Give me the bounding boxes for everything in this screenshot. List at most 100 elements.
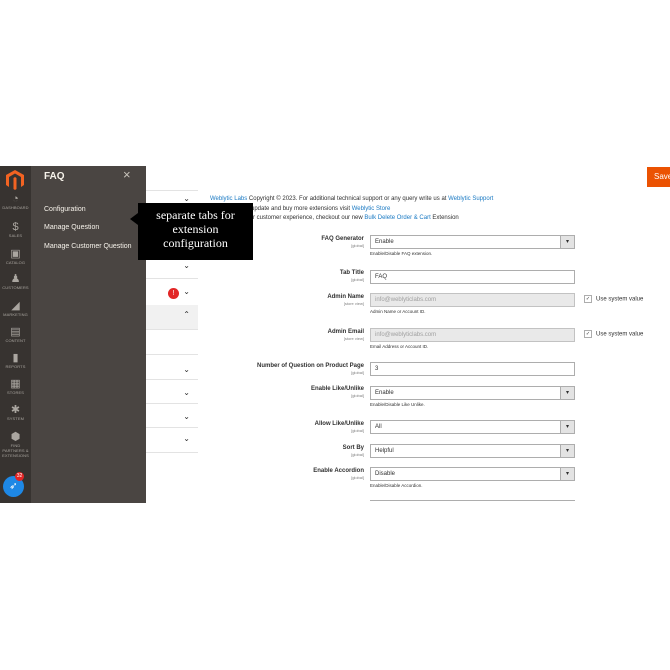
chevron-down-icon[interactable]: ⌄ bbox=[183, 434, 190, 443]
admin-name-use-system[interactable]: ✓ Use system value bbox=[584, 295, 643, 303]
tab-divider bbox=[146, 452, 198, 453]
nav-item-label: CUSTOMERS bbox=[2, 285, 29, 290]
like-unlike-label: Enable Like/Unlike [global] bbox=[310, 386, 364, 398]
info-line-extension: r customer experience, checkout our new … bbox=[253, 215, 459, 221]
tab-divider bbox=[146, 379, 198, 380]
chevron-down-icon[interactable]: ⌄ bbox=[183, 194, 190, 203]
store-icon: ▦ bbox=[10, 378, 21, 390]
callout-annotation: separate tabs for extension configuratio… bbox=[138, 203, 253, 260]
like-unlike-note: Enable/Disable Like Unlike. bbox=[370, 402, 425, 407]
nav-item-label: CATALOG bbox=[5, 260, 26, 265]
callout-pointer bbox=[130, 213, 138, 225]
weblytic-support-link[interactable]: Weblytic Support bbox=[448, 196, 493, 202]
checkbox-icon[interactable]: ✓ bbox=[584, 295, 592, 303]
tab-divider bbox=[146, 278, 198, 279]
nav-item-label: CONTENT bbox=[5, 338, 26, 343]
content-icon: ▤ bbox=[10, 326, 21, 338]
dashboard-icon: ◔ bbox=[12, 193, 19, 205]
nav-item-find-partners-extensions[interactable]: ⬢ FIND PARTNERS & EXTENSIONS bbox=[0, 431, 31, 458]
tab-title-input[interactable]: FAQ bbox=[370, 270, 575, 284]
nav-item-sales[interactable]: $ SALES bbox=[0, 221, 31, 238]
nav-item-system[interactable]: ✱ SYSTEM bbox=[0, 404, 31, 421]
flyout-link-manage-question[interactable]: Manage Question bbox=[44, 224, 99, 231]
nav-item-label: FIND PARTNERS & EXTENSIONS bbox=[2, 443, 29, 458]
nav-item-stores[interactable]: ▦ STORES bbox=[0, 378, 31, 395]
chevron-down-icon[interactable]: ⌄ bbox=[183, 287, 190, 296]
nav-item-label: MARKETING bbox=[3, 312, 28, 317]
flyout-link-manage-customer-question[interactable]: Manage Customer Question bbox=[44, 243, 132, 250]
dropdown-arrow-icon: ▾ bbox=[560, 468, 574, 480]
admin-name-label: Admin Name [store view] bbox=[327, 294, 364, 306]
chevron-up-icon[interactable]: ⌃ bbox=[183, 310, 190, 319]
megaphone-icon: ◢ bbox=[11, 300, 20, 312]
close-icon[interactable]: × bbox=[123, 167, 131, 182]
nav-item-content[interactable]: ▤ CONTENT bbox=[0, 326, 31, 343]
nav-item-catalog[interactable]: ▣ CATALOG bbox=[0, 248, 31, 265]
nav-item-marketing[interactable]: ◢ MARKETING bbox=[0, 300, 31, 317]
allow-like-label: Allow Like/Unlike [global] bbox=[314, 421, 364, 433]
gear-icon: ✱ bbox=[10, 404, 21, 416]
admin-sidebar: ◔ DASHBOARD $ SALES ▣ CATALOG ♟ CUSTOMERS ◢ MARKE… bbox=[0, 166, 31, 503]
nav-item-reports[interactable]: ▮ REPORTS bbox=[0, 352, 31, 369]
tab-title-label: Tab Title [global] bbox=[339, 270, 364, 282]
flyout-link-configuration[interactable]: Configuration bbox=[44, 206, 86, 213]
info-line-store: update and buy more extensions visit Web… bbox=[251, 206, 391, 212]
sort-by-label: Sort By [global] bbox=[342, 445, 364, 457]
dropdown-arrow-icon: ▾ bbox=[560, 387, 574, 399]
nav-item-dashboard[interactable]: ◔ DASHBOARD bbox=[0, 193, 31, 210]
faq-generator-label: FAQ Generator [global] bbox=[321, 236, 364, 248]
admin-email-label: Admin Email [store view] bbox=[327, 329, 364, 341]
chevron-down-icon[interactable]: ⌄ bbox=[183, 365, 190, 374]
accordion-select[interactable]: Disable ▾ bbox=[370, 467, 575, 481]
accordion-label: Enable Accordion [global] bbox=[313, 468, 364, 480]
next-field-partial[interactable] bbox=[370, 500, 575, 503]
tab-divider bbox=[146, 190, 198, 191]
accordion-note: Enable/Disable Accordion. bbox=[370, 483, 423, 488]
extensions-icon: ⬢ bbox=[10, 431, 21, 443]
like-unlike-select[interactable]: Enable ▾ bbox=[370, 386, 575, 400]
admin-email-note: Email Address or Account ID. bbox=[370, 344, 429, 349]
admin-name-note: Admin Name or Account ID. bbox=[370, 309, 426, 314]
admin-email-use-system[interactable]: ✓ Use system value bbox=[584, 330, 643, 338]
faq-generator-note: Enable/Disable FAQ extension. bbox=[370, 251, 433, 256]
dropdown-arrow-icon: ▾ bbox=[560, 421, 574, 433]
dropdown-arrow-icon: ▾ bbox=[560, 236, 574, 248]
info-line-copyright: Weblytic Labs Copyright © 2023. For addi… bbox=[210, 196, 494, 202]
tab-divider bbox=[146, 354, 198, 355]
tab-badge: ! bbox=[168, 288, 179, 299]
person-icon: ♟ bbox=[10, 273, 21, 285]
nav-item-label: REPORTS bbox=[5, 364, 26, 369]
save-config-button[interactable]: Save bbox=[647, 167, 670, 187]
num-questions-input[interactable]: 3 bbox=[370, 362, 575, 376]
nav-item-label: STORES bbox=[7, 390, 24, 395]
tab-divider bbox=[146, 427, 198, 428]
chevron-down-icon[interactable]: ⌄ bbox=[183, 388, 190, 397]
bulk-delete-link[interactable]: Bulk Delete Order & Cart bbox=[364, 215, 430, 221]
dropdown-arrow-icon: ▾ bbox=[560, 445, 574, 457]
chevron-down-icon[interactable]: ⌄ bbox=[183, 261, 190, 270]
admin-email-input[interactable]: info@weblyticlabs.com bbox=[370, 328, 575, 342]
admin-name-input[interactable]: info@weblyticlabs.com bbox=[370, 293, 575, 307]
tab-divider bbox=[146, 403, 198, 404]
checkbox-icon[interactable]: ✓ bbox=[584, 330, 592, 338]
notification-badge: 32 bbox=[15, 472, 24, 481]
faq-flyout-menu: FAQ × Configuration Manage Question Mana… bbox=[31, 166, 146, 503]
nav-item-label: SALES bbox=[8, 233, 23, 238]
faq-generator-select[interactable]: Enable ▾ bbox=[370, 235, 575, 249]
nav-item-label: SYSTEM bbox=[6, 416, 25, 421]
bar-chart-icon: ▮ bbox=[12, 352, 19, 364]
magento-logo[interactable] bbox=[6, 170, 24, 190]
chevron-down-icon[interactable]: ⌄ bbox=[183, 412, 190, 421]
admin-window: ◔ DASHBOARD $ SALES ▣ CATALOG ♟ CUSTOMERS ◢ MARKE… bbox=[0, 166, 670, 503]
nav-item-customers[interactable]: ♟ CUSTOMERS bbox=[0, 273, 31, 290]
weblytic-store-link[interactable]: Weblytic Store bbox=[352, 206, 391, 212]
tab-expanded[interactable] bbox=[146, 305, 198, 330]
cube-icon: ▣ bbox=[10, 248, 21, 260]
nav-item-label: DASHBOARD bbox=[2, 205, 29, 210]
dollar-icon: $ bbox=[12, 221, 19, 233]
weblytic-labs-link[interactable]: Weblytic Labs bbox=[210, 196, 247, 202]
sort-by-select[interactable]: Helpful ▾ bbox=[370, 444, 575, 458]
flyout-title: FAQ bbox=[44, 171, 65, 182]
allow-like-select[interactable]: All ▾ bbox=[370, 420, 575, 434]
num-questions-label: Number of Question on Product Page [globa… bbox=[256, 363, 364, 375]
